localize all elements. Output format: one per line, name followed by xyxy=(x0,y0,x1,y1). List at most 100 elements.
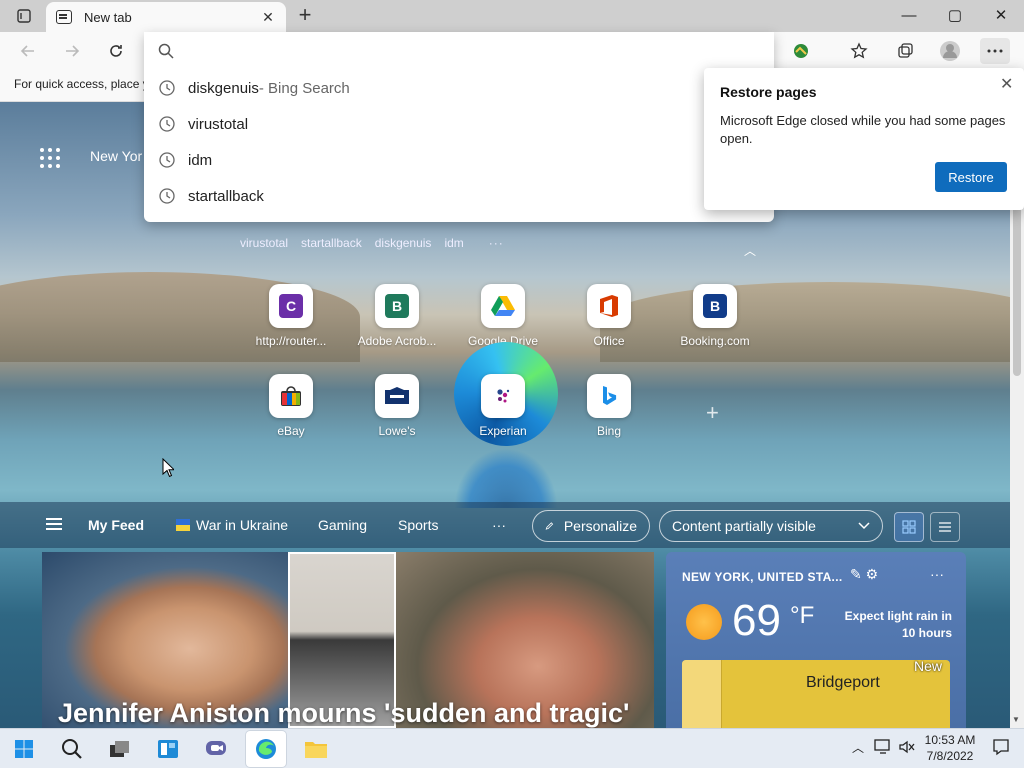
quick-link-google-drive[interactable]: Google Drive xyxy=(453,284,553,348)
quick-link-router[interactable]: C http://router... xyxy=(241,284,341,348)
add-quick-link-button[interactable]: + xyxy=(706,400,719,426)
windows-logo-icon xyxy=(15,740,33,758)
adobe-tile-icon: B xyxy=(375,284,419,328)
search-icon[interactable] xyxy=(52,731,92,767)
content-visibility-value: Content partially visible xyxy=(672,518,816,534)
refresh-icon[interactable] xyxy=(102,38,130,64)
sunny-icon xyxy=(686,604,722,640)
taskbar: ︿ 10:53 AM 7/8/2022 xyxy=(0,728,1024,768)
restore-popup-close-icon[interactable]: ✕ xyxy=(1000,74,1013,94)
hamburger-menu-icon[interactable] xyxy=(46,518,62,530)
quick-link-label: Bing xyxy=(596,424,622,438)
collections-icon[interactable] xyxy=(890,38,920,64)
recent-searches-more[interactable]: ··· xyxy=(489,236,504,250)
weather-edit-icon[interactable]: ✎ ⚙ xyxy=(850,566,878,583)
edge-taskbar-icon[interactable] xyxy=(246,731,286,767)
pencil-icon xyxy=(545,522,554,530)
map-label: New xyxy=(914,660,943,674)
quick-link-booking[interactable]: B Booking.com xyxy=(665,284,765,348)
location-weather-mini[interactable]: New Yor xyxy=(90,148,142,164)
address-bar-dropdown: diskgenuis - Bing Search virustotal idm … xyxy=(144,32,774,222)
personalize-button[interactable]: Personalize xyxy=(532,510,650,542)
back-icon[interactable] xyxy=(14,38,42,64)
title-bar: New tab ✕ + — ▢ ✕ xyxy=(0,0,1024,32)
app-launcher-icon[interactable] xyxy=(40,148,62,170)
window-close-button[interactable]: ✕ xyxy=(978,0,1024,30)
quick-link-ebay[interactable]: eBay xyxy=(241,374,341,438)
history-icon xyxy=(159,80,175,96)
feed-navigation: My Feed War in Ukraine Gaming Sports ···… xyxy=(0,502,1010,548)
feed-more-button[interactable]: ··· xyxy=(492,517,506,533)
extension-icon[interactable] xyxy=(786,38,816,64)
quick-link-label: Office xyxy=(593,334,625,348)
quick-link-label: eBay xyxy=(277,424,305,438)
tab-close-button[interactable]: ✕ xyxy=(260,9,276,26)
favorites-icon[interactable] xyxy=(844,38,874,64)
chat-icon[interactable] xyxy=(196,731,236,767)
feed-tab-my-feed[interactable]: My Feed xyxy=(88,517,144,533)
notifications-icon[interactable] xyxy=(992,738,1010,759)
suggestion-item[interactable]: diskgenuis - Bing Search xyxy=(144,70,774,106)
feed-tab-war-in-ukraine[interactable]: War in Ukraine xyxy=(176,517,288,533)
recent-search-item[interactable]: startallback xyxy=(301,236,362,250)
suggestion-item[interactable]: startallback xyxy=(144,178,774,214)
maximize-button[interactable]: ▢ xyxy=(932,0,978,30)
recent-search-item[interactable]: diskgenuis xyxy=(375,236,432,250)
start-button[interactable] xyxy=(4,731,44,767)
quick-link-lowes[interactable]: Lowe's xyxy=(347,374,447,438)
feed-tab-sports[interactable]: Sports xyxy=(398,517,438,533)
profile-icon[interactable] xyxy=(935,38,965,64)
content-visibility-dropdown[interactable]: Content partially visible xyxy=(659,510,883,542)
system-clock[interactable]: 10:53 AM 7/8/2022 xyxy=(918,732,982,764)
restore-button[interactable]: Restore xyxy=(935,162,1007,192)
weather-forecast-message: Expect light rain in 10 hours xyxy=(844,609,952,640)
quick-link-bing[interactable]: Bing xyxy=(559,374,659,438)
weather-map[interactable]: Bridgeport New xyxy=(682,660,950,728)
task-view-icon[interactable] xyxy=(100,731,140,767)
bing-icon xyxy=(587,374,631,418)
background-hill-right xyxy=(600,282,1010,362)
edge-logo-reflection xyxy=(454,448,558,508)
address-input[interactable] xyxy=(186,43,746,59)
story-headline[interactable]: Jennifer Aniston mourns 'sudden and trag… xyxy=(58,698,629,728)
volume-muted-icon[interactable] xyxy=(898,739,916,758)
quick-link-adobe[interactable]: B Adobe Acrob... xyxy=(347,284,447,348)
minimize-button[interactable]: — xyxy=(886,0,932,30)
forward-icon[interactable] xyxy=(58,38,86,64)
grid-view-icon[interactable] xyxy=(894,512,924,542)
list-view-icon[interactable] xyxy=(930,512,960,542)
tab-actions-icon[interactable] xyxy=(8,4,40,28)
search-icon xyxy=(158,43,174,59)
quick-link-office[interactable]: Office xyxy=(559,284,659,348)
scroll-down-icon[interactable]: ▼ xyxy=(1012,715,1020,724)
history-icon xyxy=(159,152,175,168)
weather-temperature: 69 xyxy=(732,596,781,645)
office-icon xyxy=(587,284,631,328)
suggestion-text: virustotal xyxy=(188,115,249,133)
widgets-icon[interactable] xyxy=(148,731,188,767)
recent-searches: virustotal startallback diskgenuis idm ·… xyxy=(240,236,504,250)
recent-search-item[interactable]: idm xyxy=(444,236,463,250)
more-icon[interactable] xyxy=(980,38,1010,64)
network-icon[interactable] xyxy=(874,739,892,758)
quick-link-label: Experian xyxy=(479,424,527,438)
history-icon xyxy=(159,116,175,132)
suggestion-item[interactable]: virustotal xyxy=(144,106,774,142)
weather-card[interactable]: NEW YORK, UNITED STA... ✎ ⚙ ··· 69 °F Ex… xyxy=(666,552,966,728)
file-explorer-icon[interactable] xyxy=(296,731,336,767)
address-bar[interactable] xyxy=(144,32,774,70)
new-tab-button[interactable]: + xyxy=(292,4,318,28)
top-story-card[interactable]: Jennifer Aniston mourns 'sudden and trag… xyxy=(42,552,654,728)
quick-link-experian[interactable]: Experian xyxy=(453,374,553,438)
feed-tab-gaming[interactable]: Gaming xyxy=(318,517,367,533)
weather-more-button[interactable]: ··· xyxy=(930,566,944,582)
suggestion-item[interactable]: idm xyxy=(144,142,774,178)
tab-new-tab[interactable]: New tab ✕ xyxy=(46,2,286,32)
thermometer-icon xyxy=(682,660,722,728)
tray-overflow-icon[interactable]: ︿ xyxy=(852,739,864,756)
recent-search-item[interactable]: virustotal xyxy=(240,236,288,250)
clock-date: 7/8/2022 xyxy=(926,749,974,763)
chevron-up-icon[interactable]: ︿ xyxy=(744,242,756,259)
ebay-icon xyxy=(269,374,313,418)
weather-location: NEW YORK, UNITED STA... xyxy=(682,570,843,584)
